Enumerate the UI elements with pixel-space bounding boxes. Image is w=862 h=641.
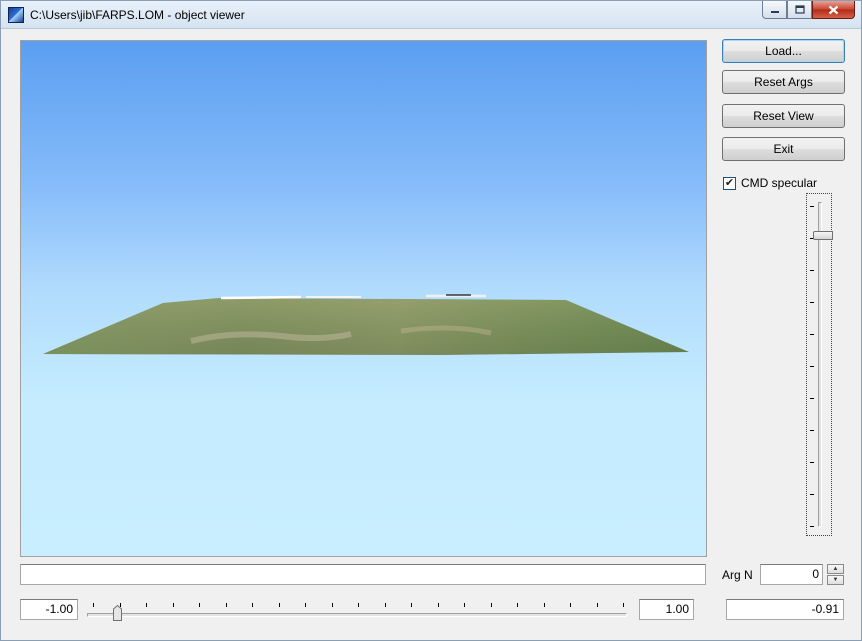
app-icon[interactable] xyxy=(8,7,24,23)
horizontal-slider-tick xyxy=(623,603,624,607)
vertical-slider-tick xyxy=(810,206,814,207)
cmd-specular-label: CMD specular xyxy=(741,176,818,190)
window-controls xyxy=(762,1,855,20)
horizontal-slider-thumb[interactable] xyxy=(112,605,122,621)
app-window: C:\Users\jib\FARPS.LOM - object viewer L… xyxy=(0,0,862,641)
arg-n-label: Arg N xyxy=(722,568,753,582)
check-icon: ✔ xyxy=(724,176,735,189)
range-horizontal-slider[interactable] xyxy=(85,599,631,624)
arg-n-spinner: ▲ ▼ xyxy=(827,564,844,585)
3d-viewport[interactable] xyxy=(20,40,707,557)
vertical-slider-tick xyxy=(810,302,814,303)
vertical-slider-tick xyxy=(810,398,814,399)
vertical-slider-tick xyxy=(810,462,814,463)
maximize-button[interactable] xyxy=(787,1,812,19)
cmd-specular-checkbox[interactable]: ✔ xyxy=(723,176,736,190)
horizontal-slider-tick xyxy=(358,603,359,607)
horizontal-slider-tick xyxy=(199,603,200,607)
maximize-icon xyxy=(794,5,805,14)
horizontal-slider-tick xyxy=(278,603,280,607)
spin-down-button[interactable]: ▼ xyxy=(827,575,844,585)
spin-up-button[interactable]: ▲ xyxy=(827,564,844,574)
status-field[interactable] xyxy=(20,564,706,585)
vertical-slider-tick xyxy=(810,430,814,431)
max-value-field[interactable]: 1.00 xyxy=(639,599,694,620)
load-button[interactable]: Load... xyxy=(722,39,845,63)
vertical-slider-tick xyxy=(810,270,814,271)
arrow-down-icon: ▼ xyxy=(832,577,839,583)
horizontal-slider-tick xyxy=(570,603,571,607)
horizontal-slider-tick xyxy=(596,603,598,607)
minimize-button[interactable] xyxy=(762,1,787,19)
horizontal-slider-tick xyxy=(172,603,174,607)
horizontal-slider-tick xyxy=(490,603,492,607)
horizontal-slider-tick xyxy=(543,603,545,607)
terrain-model xyxy=(43,294,689,355)
close-button[interactable] xyxy=(812,1,855,19)
vertical-slider-track[interactable] xyxy=(818,202,822,527)
vertical-slider-thumb[interactable] xyxy=(813,230,833,240)
vertical-slider-tick xyxy=(810,366,814,367)
reset-args-button[interactable]: Reset Args xyxy=(722,70,845,94)
window-title: C:\Users\jib\FARPS.LOM - object viewer xyxy=(30,8,245,22)
arg-vertical-slider[interactable] xyxy=(806,193,833,536)
arg-n-input[interactable]: 0 xyxy=(760,564,823,585)
exit-button[interactable]: Exit xyxy=(722,137,845,161)
horizontal-slider-tick xyxy=(517,603,518,607)
vertical-slider-tick xyxy=(810,526,814,527)
current-value-field[interactable]: -0.91 xyxy=(726,599,844,620)
horizontal-slider-tick xyxy=(437,603,439,607)
min-value-field[interactable]: -1.00 xyxy=(20,599,78,620)
close-icon xyxy=(828,5,839,14)
horizontal-slider-tick xyxy=(252,603,253,607)
horizontal-slider-tick xyxy=(464,603,465,607)
horizontal-slider-tick xyxy=(305,603,306,607)
horizontal-slider-track[interactable] xyxy=(87,613,627,617)
title-bar[interactable]: C:\Users\jib\FARPS.LOM - object viewer xyxy=(1,1,861,29)
vertical-slider-tick xyxy=(810,494,814,495)
horizontal-slider-tick xyxy=(411,603,412,607)
arrow-up-icon: ▲ xyxy=(832,566,839,572)
horizontal-slider-tick xyxy=(93,603,94,607)
horizontal-slider-tick xyxy=(146,603,147,607)
horizontal-slider-tick xyxy=(331,603,333,607)
reset-view-button[interactable]: Reset View xyxy=(722,104,845,128)
horizontal-slider-tick xyxy=(225,603,227,607)
cmd-specular-option[interactable]: ✔ CMD specular xyxy=(723,176,817,190)
horizontal-slider-tick xyxy=(384,603,386,607)
minimize-icon xyxy=(770,10,779,13)
vertical-slider-tick xyxy=(810,334,814,335)
